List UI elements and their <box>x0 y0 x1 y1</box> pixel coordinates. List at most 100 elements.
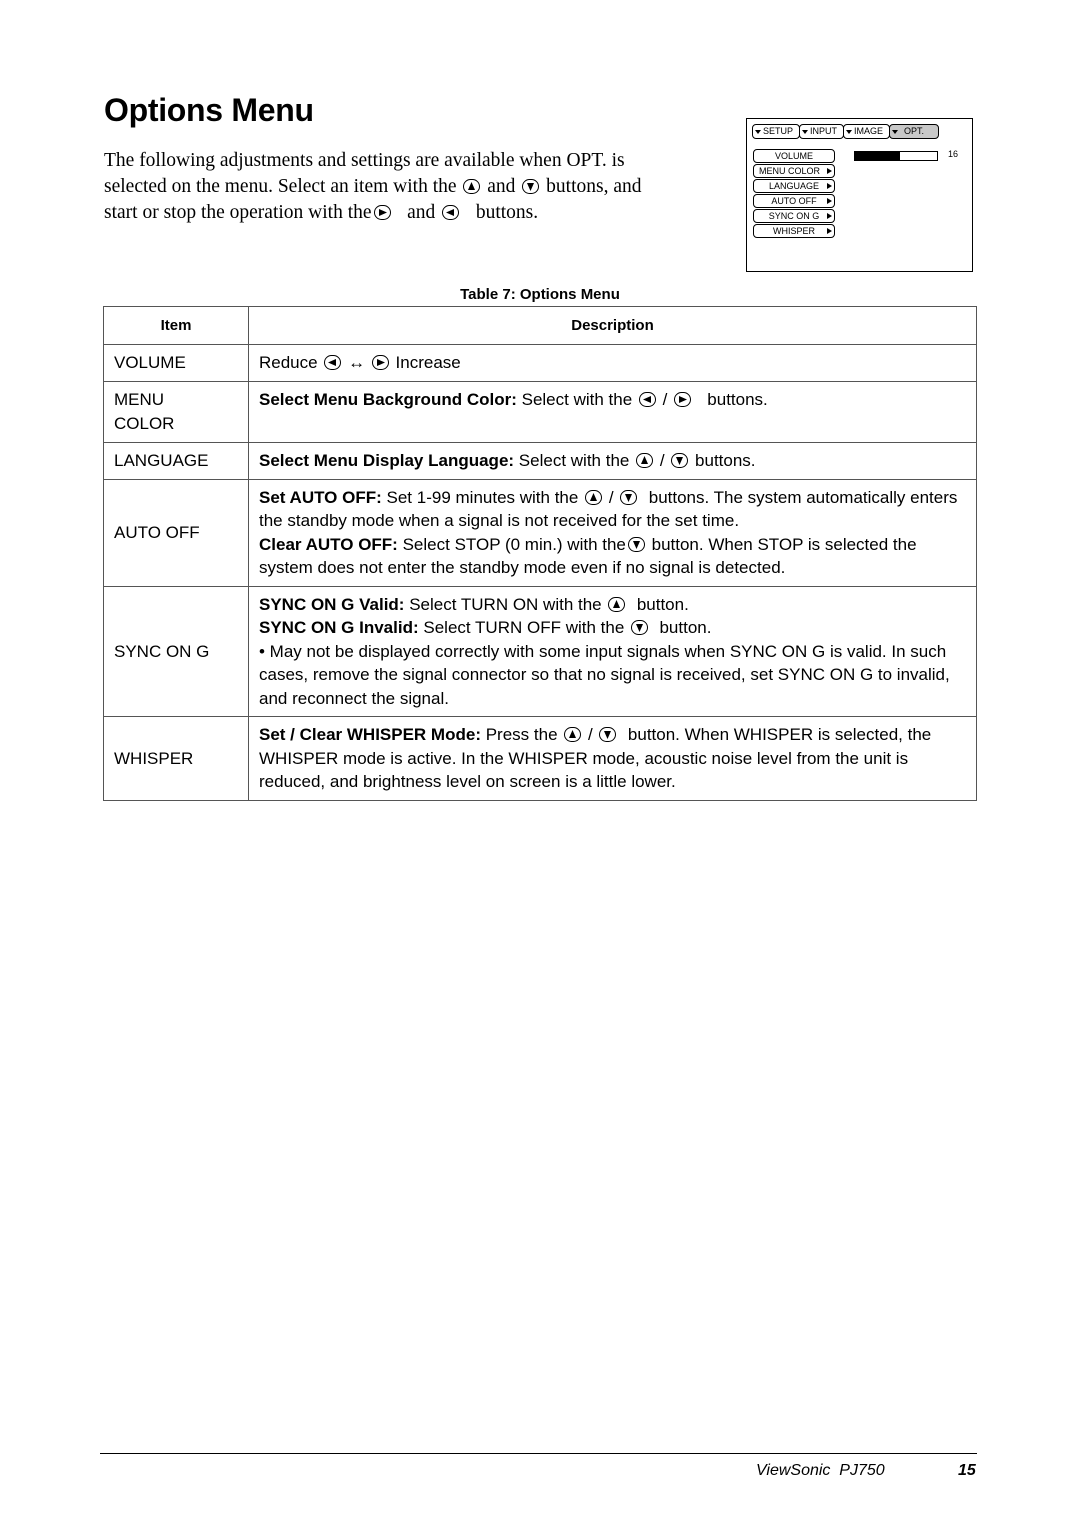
desc-text: / <box>608 487 614 507</box>
desc-text: button. <box>659 618 712 637</box>
cell-description: Select Menu Display Language: Select wit… <box>248 442 977 480</box>
desc-bold: SYNC ON G Invalid: <box>259 618 419 637</box>
desc-bold: SYNC ON G Valid: <box>259 594 405 614</box>
table-row-language: LANGUAGE Select Menu Display Language: S… <box>103 442 977 480</box>
cell-description: SYNC ON G Valid: Select TURN ON with the… <box>248 585 977 717</box>
desc-bold: Set / Clear WHISPER Mode: <box>259 725 481 744</box>
footer-brand: ViewSonic PJ750 <box>756 1462 885 1479</box>
intro-text: buttons. <box>475 202 539 223</box>
table-row-auto-off: AUTO OFF Set AUTO OFF: Set 1-99 minutes … <box>103 478 977 587</box>
osd-volume-bar <box>854 151 938 161</box>
item-text: COLOR <box>114 413 175 433</box>
osd-tab-label: SETUP <box>763 126 794 136</box>
osd-volume-value: 16 <box>948 149 959 159</box>
cell-description: Set / Clear WHISPER Mode: Press the / bu… <box>248 716 977 801</box>
footer-divider <box>100 1453 977 1454</box>
desc-text: Reduce <box>259 353 318 372</box>
osd-tabs: SETUP INPUT IMAGE OPT. <box>752 124 940 139</box>
desc-bold: Select Menu Background Color: <box>259 390 517 409</box>
up-button-icon <box>564 727 582 742</box>
table-row-whisper: WHISPER Set / Clear WHISPER Mode: Press … <box>103 716 977 801</box>
osd-item-label: AUTO OFF <box>771 196 817 206</box>
cell-description: Reduce ↔ Increase <box>248 344 977 382</box>
desc-text: / <box>588 725 593 744</box>
down-button-icon <box>620 489 638 505</box>
desc-text: buttons. <box>695 451 756 470</box>
desc-text: Select STOP (0 min.) with the <box>402 534 626 554</box>
up-button-icon <box>608 596 626 612</box>
down-button-icon <box>599 727 617 742</box>
up-button-icon <box>463 179 481 194</box>
triangle-down-icon <box>846 130 853 134</box>
desc-text: Press the <box>485 725 558 744</box>
right-button-icon <box>371 355 389 370</box>
cell-description: Select Menu Background Color: Select wit… <box>248 381 977 443</box>
desc-note: • May not be displayed correctly with so… <box>259 641 950 708</box>
cell-item: AUTO OFF <box>103 478 249 587</box>
osd-item-label: WHISPER <box>772 226 815 236</box>
intro-text: buttons, and <box>546 176 642 197</box>
osd-menu-illustration: SETUP INPUT IMAGE OPT. VOLUME MENU COLOR… <box>746 118 973 272</box>
desc-bold: Clear AUTO OFF: <box>259 534 398 554</box>
down-button-icon <box>671 453 689 468</box>
page-title: Options Menu <box>104 92 314 128</box>
osd-item-volume: VOLUME <box>753 149 835 163</box>
left-button-icon <box>442 205 460 220</box>
item-text: MENU <box>114 390 165 409</box>
header-description: Description <box>248 306 977 345</box>
cell-item: SYNC ON G <box>103 585 249 717</box>
osd-item-menu-color: MENU COLOR <box>753 164 835 178</box>
table-row-volume: VOLUME Reduce ↔ Increase <box>103 344 977 382</box>
page-number: 15 <box>958 1462 976 1479</box>
desc-text: Select with the <box>518 451 630 470</box>
triangle-down-icon <box>802 130 809 134</box>
up-button-icon <box>636 453 654 468</box>
desc-text: button. <box>636 594 689 614</box>
intro-paragraph: The following adjustments and settings a… <box>104 148 724 226</box>
osd-item-auto-off: AUTO OFF <box>753 194 835 208</box>
intro-line: The following adjustments and settings a… <box>104 150 625 171</box>
desc-bold: Select Menu Display Language: <box>259 451 515 470</box>
table-row-sync-on-g: SYNC ON G SYNC ON G Valid: Select TURN O… <box>103 585 977 717</box>
osd-item-label: LANGUAGE <box>768 181 819 191</box>
osd-item-label: SYNC ON G <box>768 211 820 221</box>
cell-item: VOLUME <box>103 344 249 382</box>
intro-line: selected on the menu. Select an item wit… <box>104 176 457 197</box>
cell-item: WHISPER <box>103 716 249 801</box>
cell-description: Set AUTO OFF: Set 1-99 minutes with the … <box>248 478 977 587</box>
intro-line: start or stop the operation with the <box>104 202 372 223</box>
desc-text: Select TURN OFF with the <box>423 618 625 637</box>
osd-tab-label: IMAGE <box>854 126 884 136</box>
osd-item-language: LANGUAGE <box>753 179 835 193</box>
up-button-icon <box>585 489 603 505</box>
right-button-icon <box>373 205 391 220</box>
osd-tab-setup: SETUP <box>752 124 801 139</box>
desc-text: Increase <box>395 353 461 372</box>
triangle-right-icon <box>827 228 832 234</box>
left-button-icon <box>324 355 342 370</box>
cell-item: MENU COLOR <box>103 381 249 443</box>
osd-tab-image: IMAGE <box>843 124 891 139</box>
options-table: Item Description VOLUME Reduce ↔ Increas… <box>103 306 977 801</box>
down-button-icon <box>522 179 540 194</box>
osd-item-list: VOLUME MENU COLOR LANGUAGE AUTO OFF SYNC… <box>753 149 835 239</box>
desc-text: Set 1-99 minutes with the <box>386 487 579 507</box>
desc-text: Select TURN ON with the <box>409 594 602 614</box>
table-caption: Table 7: Options Menu <box>460 286 620 303</box>
table-header-row: Item Description <box>103 306 977 345</box>
osd-item-whisper: WHISPER <box>753 224 835 238</box>
cell-item: LANGUAGE <box>103 442 249 480</box>
down-button-icon <box>631 620 649 635</box>
triangle-right-icon <box>827 198 832 204</box>
desc-text: / <box>659 451 665 470</box>
triangle-right-icon <box>827 213 832 219</box>
osd-tab-input: INPUT <box>799 124 845 139</box>
right-button-icon <box>674 392 692 407</box>
header-item: Item <box>103 306 249 345</box>
desc-text: / <box>662 390 668 409</box>
desc-text: Select with the <box>521 390 633 409</box>
left-button-icon <box>638 392 656 407</box>
down-button-icon <box>627 536 645 552</box>
osd-tab-label: INPUT <box>810 126 838 136</box>
osd-volume-bar-fill <box>855 152 901 160</box>
